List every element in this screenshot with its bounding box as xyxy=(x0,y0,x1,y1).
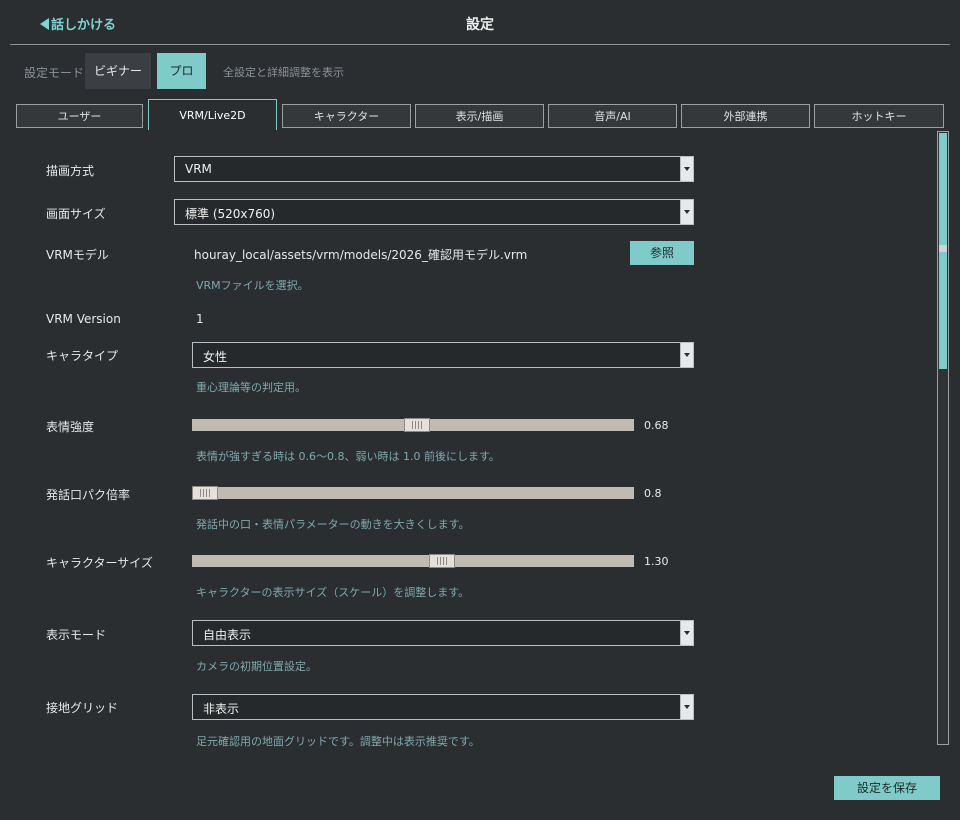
beginner-mode-button[interactable]: ビギナー xyxy=(85,53,151,89)
lip-sync-hint: 発話中の口・表情パラメーターの動きを大きくします。 xyxy=(196,518,470,531)
lip-sync-value: 0.8 xyxy=(644,487,662,500)
header-bar: 話しかける 設定 xyxy=(0,0,960,44)
screen-size-value: 標準 (520x760) xyxy=(185,207,276,221)
chara-type-label: キャラタイプ xyxy=(46,349,119,363)
expression-strength-value: 0.68 xyxy=(644,419,669,432)
chara-type-select[interactable]: 女性 xyxy=(192,342,694,368)
ground-grid-select[interactable]: 非表示 xyxy=(192,694,694,720)
pro-mode-button[interactable]: プロ xyxy=(157,53,206,89)
render-method-value: VRM xyxy=(185,162,212,176)
save-settings-button[interactable]: 設定を保存 xyxy=(834,776,940,800)
render-method-label: 描画方式 xyxy=(46,164,95,178)
page-title: 設定 xyxy=(466,17,494,33)
display-mode-hint: カメラの初期位置設定。 xyxy=(196,660,317,673)
slider-thumb[interactable] xyxy=(192,486,218,500)
chevron-down-icon xyxy=(680,695,693,719)
header-divider xyxy=(10,44,950,45)
expression-strength-hint: 表情が強すぎる時は 0.6〜0.8、弱い時は 1.0 前後にします。 xyxy=(196,450,500,463)
vrm-model-hint: VRMファイルを選択。 xyxy=(196,279,309,292)
slider-thumb[interactable] xyxy=(404,418,430,432)
mode-description: 全設定と詳細調整を表示 xyxy=(223,66,344,79)
tab-character[interactable]: キャラクター xyxy=(282,104,411,128)
display-mode-label: 表示モード xyxy=(46,628,107,642)
chevron-down-icon xyxy=(680,343,693,367)
chevron-down-icon xyxy=(680,200,693,224)
expression-strength-slider[interactable] xyxy=(192,418,634,432)
ground-grid-hint: 足元確認用の地面グリッドです。調整中は表示推奨です。 xyxy=(196,735,480,748)
tab-hotkey[interactable]: ホットキー xyxy=(814,104,944,128)
chevron-down-icon xyxy=(680,157,693,181)
settings-scrollbar[interactable] xyxy=(937,131,949,745)
vrm-version-label: VRM Version xyxy=(46,312,121,326)
ground-grid-label: 接地グリッド xyxy=(46,701,119,715)
slider-thumb[interactable] xyxy=(429,554,455,568)
tab-display-render[interactable]: 表示/描画 xyxy=(415,104,544,128)
render-method-select[interactable]: VRM xyxy=(174,156,694,182)
display-mode-select[interactable]: 自由表示 xyxy=(192,620,694,646)
vrm-version-value: 1 xyxy=(196,312,204,326)
tab-user[interactable]: ユーザー xyxy=(16,104,143,128)
screen-size-select[interactable]: 標準 (520x760) xyxy=(174,199,694,225)
chara-type-value: 女性 xyxy=(203,350,228,364)
browse-button[interactable]: 参照 xyxy=(630,241,694,265)
chevron-down-icon xyxy=(680,621,693,645)
settings-mode-label: 設定モード xyxy=(24,66,85,80)
vrm-model-label: VRMモデル xyxy=(46,248,109,262)
settings-tabs: ユーザー VRM/Live2D キャラクター 表示/描画 音声/AI 外部連携 … xyxy=(16,99,944,130)
display-mode-value: 自由表示 xyxy=(203,628,252,642)
tab-voice-ai[interactable]: 音声/AI xyxy=(548,104,677,128)
lip-sync-slider[interactable] xyxy=(192,486,634,500)
ground-grid-value: 非表示 xyxy=(203,702,240,716)
character-size-hint: キャラクターの表示サイズ（スケール）を調整します。 xyxy=(196,586,470,599)
expression-strength-label: 表情強度 xyxy=(46,420,95,434)
chara-type-hint: 重心理論等の判定用。 xyxy=(196,381,306,394)
character-size-slider[interactable] xyxy=(192,554,634,568)
tab-external[interactable]: 外部連携 xyxy=(681,104,810,128)
character-size-label: キャラクターサイズ xyxy=(46,556,153,570)
vrm-model-path: houray_local/assets/vrm/models/2026_確認用モ… xyxy=(194,248,528,262)
tab-vrm-live2d[interactable]: VRM/Live2D xyxy=(148,99,277,130)
screen-size-label: 画面サイズ xyxy=(46,207,106,221)
character-size-value: 1.30 xyxy=(644,555,669,568)
scrollbar-marker xyxy=(939,245,947,252)
lip-sync-label: 発話口パク倍率 xyxy=(46,488,131,502)
